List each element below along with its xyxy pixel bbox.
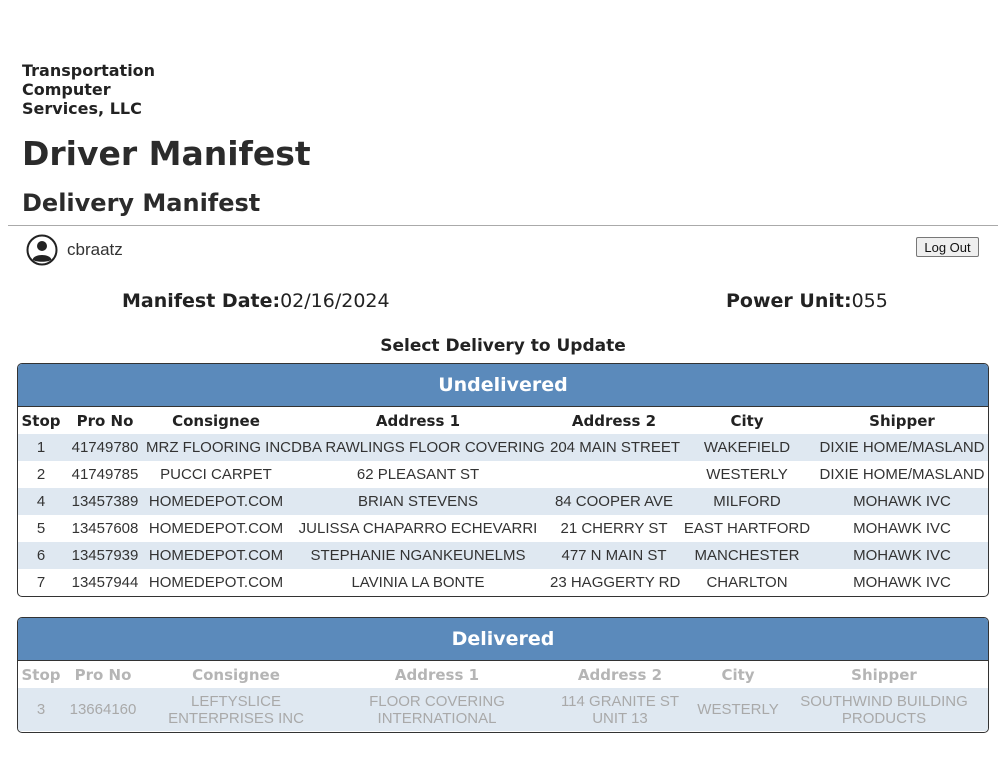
- power-unit-value: 055: [851, 290, 888, 312]
- cell-city: WESTERLY: [706, 466, 788, 483]
- logout-button[interactable]: Log Out: [916, 237, 979, 257]
- cell-address-1: LAVINIA LA BONTE: [351, 574, 485, 591]
- cell-consignee: PUCCI CARPET: [160, 466, 272, 483]
- delivery-row[interactable]: 6 13457939 HOMEDEPOT.COM STEPHANIE NGANK…: [18, 542, 988, 569]
- cell-city: WESTERLY: [696, 688, 780, 731]
- delivered-table: Stop Pro No Consignee Address 1 Address …: [18, 661, 988, 731]
- cell-consignee: MRZ FLOORING INC: [146, 434, 291, 461]
- col-stop: Stop: [21, 665, 61, 684]
- cell-city: MILFORD: [678, 488, 816, 515]
- cell-consignee: HOMEDEPOT.COM: [148, 520, 284, 537]
- cell-stop: 4: [18, 488, 64, 515]
- cell-consignee: HOMEDEPOT.COM: [146, 488, 286, 515]
- col-pro-no: Pro No: [74, 665, 132, 684]
- power-unit-label: Power Unit:: [726, 290, 852, 312]
- col-stop: Stop: [21, 411, 61, 430]
- col-address-2: Address 2: [571, 411, 657, 430]
- cell-pro-no: 13457608: [71, 520, 139, 537]
- cell-consignee: LEFTYSLICE ENTERPRISES INC: [142, 688, 330, 731]
- select-delivery-title: Select Delivery to Update: [380, 336, 626, 356]
- cell-shipper: MOHAWK IVC: [816, 542, 988, 569]
- delivery-row[interactable]: 5 13457608 HOMEDEPOT.COM JULISSA CHAPARR…: [18, 515, 988, 542]
- page-subtitle: Delivery Manifest: [22, 189, 261, 217]
- delivery-row[interactable]: 1 41749780 MRZ FLOORING INC DBA RAWLINGS…: [18, 434, 988, 461]
- col-address-1: Address 1: [375, 411, 461, 430]
- cell-address-2: 21 CHERRY ST: [560, 520, 668, 537]
- cell-city: MANCHESTER: [678, 542, 816, 569]
- col-consignee: Consignee: [172, 411, 260, 430]
- undelivered-table: Stop Pro No Consignee Address 1 Address …: [18, 407, 988, 596]
- manifest-date: Manifest Date:02/16/2024: [122, 290, 390, 312]
- manifest-date-label: Manifest Date:: [122, 290, 281, 312]
- cell-address-2: 477 N MAIN ST: [550, 542, 678, 569]
- cell-city: CHARLTON: [706, 574, 788, 591]
- cell-stop: 1: [18, 434, 64, 461]
- cell-stop: 3: [18, 688, 64, 731]
- cell-stop: 2: [36, 466, 46, 483]
- delivery-row[interactable]: 4 13457389 HOMEDEPOT.COM BRIAN STEVENS 8…: [18, 488, 988, 515]
- col-pro-no: Pro No: [76, 411, 134, 430]
- cell-pro-no: 41749780: [64, 434, 146, 461]
- delivered-panel: Delivered Stop Pro No Consignee Address …: [17, 617, 989, 733]
- delivery-row[interactable]: 2 41749785 PUCCI CARPET 62 PLEASANT ST W…: [18, 461, 988, 488]
- page-title: Driver Manifest: [22, 134, 311, 173]
- col-address-2: Address 2: [577, 665, 663, 684]
- cell-city: WAKEFIELD: [678, 434, 816, 461]
- cell-stop: 7: [36, 574, 46, 591]
- header-divider: [8, 225, 998, 226]
- cell-address-2: 84 COOPER AVE: [550, 488, 678, 515]
- delivered-row: 3 13664160 LEFTYSLICE ENTERPRISES INC FL…: [18, 688, 988, 731]
- username: cbraatz: [67, 240, 123, 259]
- undelivered-header: Undelivered: [18, 364, 988, 407]
- cell-pro-no: 13457389: [64, 488, 146, 515]
- cell-address-2: 23 HAGGERTY RD: [550, 574, 681, 591]
- cell-address-2: 204 MAIN STREET: [550, 434, 680, 461]
- col-address-1: Address 1: [394, 665, 480, 684]
- cell-shipper: MOHAWK IVC: [853, 574, 951, 591]
- cell-address-2: [550, 461, 678, 488]
- cell-address-1: FLOOR COVERING INTERNATIONAL: [330, 688, 544, 731]
- cell-address-2: 114 GRANITE ST UNIT 13: [544, 688, 696, 731]
- cell-pro-no: 13664160: [64, 688, 142, 731]
- delivery-row[interactable]: 7 13457944 HOMEDEPOT.COM LAVINIA LA BONT…: [18, 569, 988, 596]
- delivered-header-row: Stop Pro No Consignee Address 1 Address …: [18, 661, 988, 688]
- col-city: City: [730, 411, 764, 430]
- cell-address-1: JULISSA CHAPARRO ECHEVARRI: [298, 520, 538, 537]
- cell-address-1: 62 PLEASANT ST: [356, 466, 480, 483]
- cell-city: EAST HARTFORD: [683, 520, 811, 537]
- cell-address-1: BRIAN STEVENS: [286, 488, 550, 515]
- cell-address-1: STEPHANIE NGANKEUNELMS: [286, 542, 550, 569]
- cell-shipper: MOHAWK IVC: [853, 520, 951, 537]
- cell-pro-no: 13457939: [64, 542, 146, 569]
- manifest-date-value: 02/16/2024: [280, 290, 390, 312]
- cell-shipper: SOUTHWIND BUILDING PRODUCTS: [780, 688, 988, 731]
- cell-shipper: DIXIE HOME/MASLAND: [819, 466, 985, 483]
- cell-stop: 5: [36, 520, 46, 537]
- cell-shipper: DIXIE HOME/MASLAND: [816, 434, 988, 461]
- col-shipper: Shipper: [851, 665, 917, 684]
- cell-stop: 6: [18, 542, 64, 569]
- cell-pro-no: 13457944: [71, 574, 139, 591]
- undelivered-header-row: Stop Pro No Consignee Address 1 Address …: [18, 407, 988, 434]
- col-city: City: [721, 665, 755, 684]
- col-consignee: Consignee: [192, 665, 280, 684]
- undelivered-panel: Undelivered Stop Pro No Consignee Addres…: [17, 363, 989, 597]
- cell-consignee: HOMEDEPOT.COM: [146, 542, 286, 569]
- col-shipper: Shipper: [869, 411, 935, 430]
- user-avatar-icon: [26, 234, 58, 266]
- cell-consignee: HOMEDEPOT.COM: [148, 574, 284, 591]
- cell-address-1: DBA RAWLINGS FLOOR COVERING: [286, 434, 550, 461]
- power-unit: Power Unit:055: [726, 290, 888, 312]
- delivered-header: Delivered: [18, 618, 988, 661]
- company-name: Transportation Computer Services, LLC: [22, 61, 156, 118]
- user-info: cbraatz: [26, 234, 123, 266]
- cell-shipper: MOHAWK IVC: [816, 488, 988, 515]
- cell-pro-no: 41749785: [71, 466, 139, 483]
